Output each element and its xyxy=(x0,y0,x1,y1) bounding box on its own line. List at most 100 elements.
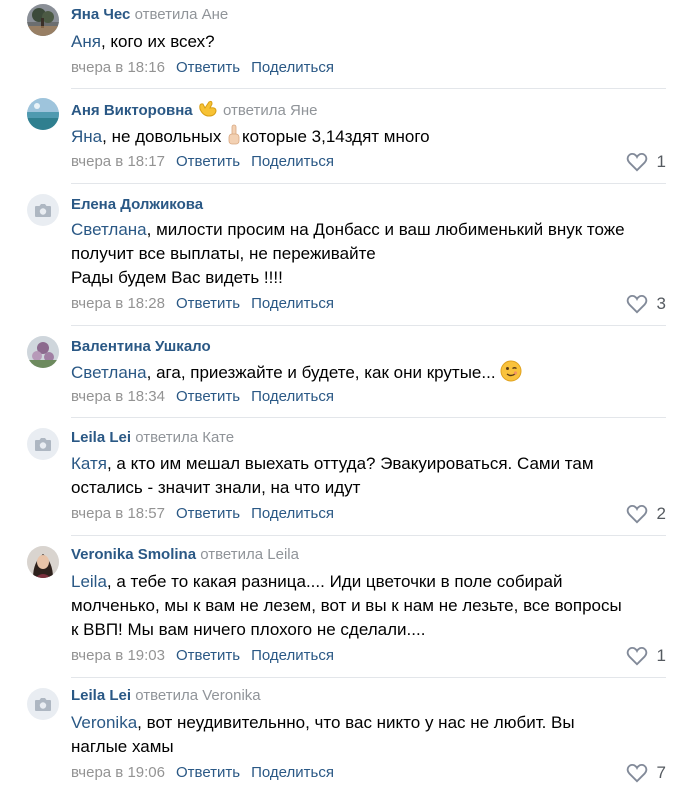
comment-text-line: получит все выплаты, не переживайте xyxy=(71,244,376,263)
camera-icon xyxy=(35,697,51,711)
comment-text: Катя, а кто им мешал выехать оттуда? Эва… xyxy=(71,452,671,500)
author-name[interactable]: Veronika Smolina xyxy=(71,546,196,563)
comment-text-line: , кого их всех? xyxy=(100,32,215,51)
reply-button[interactable]: Ответить xyxy=(176,764,240,781)
like-button[interactable]: 1 xyxy=(626,645,666,667)
divider xyxy=(71,417,666,418)
like-count: 1 xyxy=(656,152,666,171)
avatar[interactable] xyxy=(27,688,59,720)
comment-text-line: , вот неудивительнно, что вас никто у на… xyxy=(137,713,575,732)
like-count: 3 xyxy=(656,294,666,313)
comment-time[interactable]: вчера в 18:57 xyxy=(71,505,165,522)
comment-header: Leila Lei ответила Кате xyxy=(71,428,234,448)
replied-to[interactable]: ответила Ане xyxy=(135,6,229,23)
share-button[interactable]: Поделиться xyxy=(251,647,334,664)
comment-text: Veronika, вот неудивительнно, что вас ни… xyxy=(71,711,671,759)
comment-text: Светлана, ага, приезжайте и будете, как … xyxy=(71,360,671,384)
reply-button[interactable]: Ответить xyxy=(176,295,240,312)
comment-header: Аня Викторовна ответила Яне xyxy=(71,99,317,119)
comment-text-line: , а тебе то какая разница.... Иди цветоч… xyxy=(106,572,563,591)
avatar[interactable] xyxy=(27,98,59,130)
comment-text-line: наглые хамы xyxy=(71,737,174,756)
heart-icon xyxy=(626,763,647,783)
comment-header: Валентина Ушкало xyxy=(71,337,211,357)
comment-text-line: молченько, мы к вам не лезем, вот и вы к… xyxy=(71,596,622,615)
comment-meta: вчера в 19:03 Ответить Поделиться xyxy=(71,646,334,666)
comment-meta: вчера в 18:57 Ответить Поделиться xyxy=(71,504,334,524)
comment-text-line: к ВВП! Мы вам ничего плохого не сделали.… xyxy=(71,620,426,639)
reply-button[interactable]: Ответить xyxy=(176,153,240,170)
share-button[interactable]: Поделиться xyxy=(251,505,334,522)
comment-time[interactable]: вчера в 18:17 xyxy=(71,153,165,170)
replied-to[interactable]: ответила Кате xyxy=(135,429,234,446)
divider xyxy=(71,677,666,678)
author-name[interactable]: Яна Чес xyxy=(71,6,130,23)
author-name[interactable]: Елена Должикова xyxy=(71,196,203,213)
comment-time[interactable]: вчера в 18:28 xyxy=(71,295,165,312)
comment-meta: вчера в 18:16 Ответить Поделиться xyxy=(71,58,334,78)
share-button[interactable]: Поделиться xyxy=(251,153,334,170)
like-button[interactable]: 7 xyxy=(626,762,666,784)
like-count: 7 xyxy=(656,763,666,782)
share-button[interactable]: Поделиться xyxy=(251,388,334,405)
heart-icon xyxy=(626,646,647,666)
mention-link[interactable]: Катя xyxy=(71,454,107,473)
heart-icon xyxy=(626,504,647,524)
replied-to[interactable]: ответила Яне xyxy=(223,102,318,119)
comment-header: Елена Должикова xyxy=(71,195,203,215)
author-name[interactable]: Валентина Ушкало xyxy=(71,338,211,355)
avatar[interactable] xyxy=(27,194,59,226)
reply-button[interactable]: Ответить xyxy=(176,647,240,664)
mention-link[interactable]: Светлана xyxy=(71,220,147,239)
avatar[interactable] xyxy=(27,546,59,578)
comment-text-line: , не довольных xyxy=(102,127,227,146)
author-name[interactable]: Leila Lei xyxy=(71,687,131,704)
pointing-up-icon xyxy=(226,124,242,153)
comment-time[interactable]: вчера в 19:03 xyxy=(71,647,165,664)
comment-meta: вчера в 19:06 Ответить Поделиться xyxy=(71,763,334,783)
replied-to[interactable]: ответила Leila xyxy=(200,546,299,563)
share-button[interactable]: Поделиться xyxy=(251,59,334,76)
mention-link[interactable]: Leila xyxy=(71,572,107,591)
winking-face-icon xyxy=(500,360,522,389)
comment-text-line: , ага, приезжайте и будете, как они крут… xyxy=(146,363,501,382)
comment-time[interactable]: вчера в 19:06 xyxy=(71,764,165,781)
mention-link[interactable]: Яна xyxy=(71,127,102,146)
comment-time[interactable]: вчера в 18:34 xyxy=(71,388,165,405)
like-button[interactable]: 1 xyxy=(626,151,666,173)
comment-header: Veronika Smolina ответила Leila xyxy=(71,545,299,565)
mention-link[interactable]: Светлана xyxy=(71,363,147,382)
comment-text: Leila, а тебе то какая разница.... Иди ц… xyxy=(71,570,671,642)
replied-to[interactable]: ответила Veronika xyxy=(135,687,260,704)
mention-link[interactable]: Veronika xyxy=(71,713,137,732)
reply-button[interactable]: Ответить xyxy=(176,59,240,76)
divider xyxy=(71,535,666,536)
like-count: 2 xyxy=(656,504,666,523)
reply-button[interactable]: Ответить xyxy=(176,505,240,522)
camera-icon xyxy=(35,437,51,451)
avatar[interactable] xyxy=(27,336,59,368)
reply-button[interactable]: Ответить xyxy=(176,388,240,405)
like-button[interactable]: 3 xyxy=(626,293,666,315)
author-name[interactable]: Leila Lei xyxy=(71,429,131,446)
divider xyxy=(71,183,666,184)
avatar[interactable] xyxy=(27,4,59,36)
heart-icon xyxy=(626,294,647,314)
camera-icon xyxy=(35,203,51,217)
comment-text-line: , милости просим на Донбасс и ваш любиме… xyxy=(146,220,625,239)
comment-time[interactable]: вчера в 18:16 xyxy=(71,59,165,76)
comment-text: Светлана, милости просим на Донбасс и ва… xyxy=(71,218,671,290)
share-button[interactable]: Поделиться xyxy=(251,295,334,312)
comment-text-line: остались - значит знали, на что идут xyxy=(71,478,361,497)
mention-link[interactable]: Аня xyxy=(71,32,101,51)
comment-text: Яна, не довольных которые 3,14здят много xyxy=(71,124,671,148)
divider xyxy=(71,88,666,89)
comment-header: Leila Lei ответила Veronika xyxy=(71,686,261,706)
avatar[interactable] xyxy=(27,428,59,460)
share-button[interactable]: Поделиться xyxy=(251,764,334,781)
author-name[interactable]: Аня Викторовна xyxy=(71,102,193,119)
comment-text-line: Рады будем Вас видеть !!!! xyxy=(71,268,283,287)
like-button[interactable]: 2 xyxy=(626,503,666,525)
hand-gesture-icon xyxy=(197,99,219,125)
divider xyxy=(71,325,666,326)
